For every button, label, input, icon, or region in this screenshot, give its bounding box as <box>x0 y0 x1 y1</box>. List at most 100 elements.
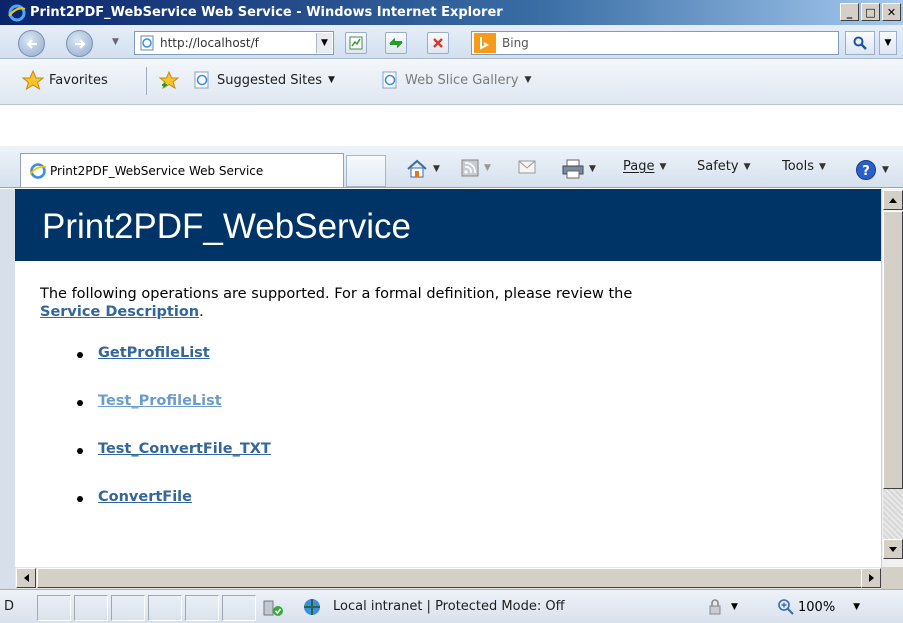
compatibility-view-button[interactable] <box>345 32 367 54</box>
search-input[interactable]: Bing <box>471 31 839 55</box>
feeds-button[interactable]: ▼ <box>461 159 491 177</box>
operation-link-test-profilelist[interactable]: Test_ProfileList <box>98 393 222 409</box>
bing-icon <box>474 33 496 53</box>
forward-button[interactable] <box>66 30 93 57</box>
scroll-left-button[interactable] <box>16 568 36 588</box>
home-dropdown-icon: ▼ <box>433 164 440 174</box>
read-mail-button[interactable] <box>518 159 536 175</box>
bullet <box>77 400 83 406</box>
window-frame-left <box>0 189 15 589</box>
favorites-bar: Favorites Suggested Sites ▼ Web Slice Ga… <box>0 59 903 105</box>
lock-icon <box>709 599 721 615</box>
list-item: Test_ConvertFile_TXT <box>77 441 881 489</box>
page-dropdown-icon: ▼ <box>659 161 667 172</box>
protected-mode-button[interactable]: ▼ <box>706 598 738 616</box>
compatibility-icon <box>349 36 363 50</box>
back-arrow-icon <box>25 38 37 49</box>
status-cell <box>37 595 71 621</box>
print-button[interactable]: ▼ <box>562 159 596 179</box>
vertical-scroll-track[interactable] <box>883 489 903 539</box>
search-placeholder: Bing <box>502 36 529 50</box>
back-button[interactable] <box>18 30 45 57</box>
web-slice-dropdown-icon: ▼ <box>524 75 532 85</box>
ie-page-icon <box>382 71 397 89</box>
safety-menu-label: Safety <box>697 159 739 174</box>
scroll-up-button[interactable] <box>883 190 903 210</box>
operations-list: GetProfileList Test_ProfileList Test_Con… <box>77 345 881 537</box>
arrow-right-icon <box>868 574 874 582</box>
status-text: D <box>4 599 15 614</box>
operation-link-test-convertfile-txt[interactable]: Test_ConvertFile_TXT <box>98 441 271 457</box>
tools-menu-label: Tools <box>782 159 815 174</box>
help-button[interactable]: ? ▼ <box>855 159 889 181</box>
zoom-dropdown-icon: ▼ <box>853 602 861 612</box>
close-button[interactable]: ✕ <box>882 3 901 21</box>
maximize-button[interactable]: □ <box>861 3 880 21</box>
title-bar: Print2PDF_WebService Web Service - Windo… <box>0 0 903 25</box>
arrow-left-icon <box>23 574 29 582</box>
status-cell <box>74 595 108 621</box>
stop-button[interactable] <box>427 32 449 54</box>
page-icon <box>140 35 154 51</box>
safety-menu[interactable]: Safety ▼ <box>697 159 751 174</box>
status-bar: D Local intranet | Protected Mode: Off ▼… <box>0 589 903 623</box>
printer-icon <box>562 159 584 179</box>
suggested-sites-button[interactable]: Suggested Sites ▼ <box>192 70 335 90</box>
zoom-button[interactable]: 100% ▼ <box>777 598 860 616</box>
web-slice-gallery-label: Web Slice Gallery <box>405 72 519 88</box>
operation-link-getprofilelist[interactable]: GetProfileList <box>98 345 210 361</box>
status-cell <box>111 595 145 621</box>
tab-label: Print2PDF_WebService Web Service <box>50 163 264 178</box>
address-field[interactable]: http://localhost/f ▼ <box>134 31 334 55</box>
home-button[interactable]: ▼ <box>406 159 440 179</box>
forward-arrow-icon <box>74 38 86 49</box>
search-button[interactable] <box>845 31 875 55</box>
status-cell <box>222 595 256 621</box>
address-dropdown-icon[interactable]: ▼ <box>316 33 332 53</box>
vertical-scrollbar[interactable] <box>881 189 903 567</box>
page-content: Print2PDF_WebService The following opera… <box>15 189 881 567</box>
star-icon <box>22 70 44 90</box>
arrow-down-icon <box>889 546 897 552</box>
zoom-level: 100% <box>798 599 836 615</box>
service-description-link[interactable]: Service Description <box>40 304 199 320</box>
web-slice-gallery-button[interactable]: Web Slice Gallery ▼ <box>380 70 531 90</box>
search-icon <box>853 36 867 50</box>
favorites-label: Favorites <box>49 72 108 88</box>
bullet <box>77 496 83 502</box>
internet-explorer-icon <box>8 4 26 21</box>
tools-dropdown-icon: ▼ <box>819 161 826 172</box>
window-title: Print2PDF_WebService Web Service - Windo… <box>30 5 503 20</box>
url-text[interactable]: http://localhost/f <box>160 36 290 50</box>
print-dropdown-icon: ▼ <box>589 164 596 174</box>
page-menu-label: Page <box>623 159 655 174</box>
favorites-button[interactable]: Favorites <box>22 70 108 90</box>
minimize-button[interactable]: _ <box>840 3 859 21</box>
scroll-down-button[interactable] <box>883 539 903 559</box>
svg-text:?: ? <box>862 164 870 179</box>
page-menu[interactable]: Page ▼ <box>623 159 666 174</box>
security-zone-text[interactable]: Local intranet | Protected Mode: Off <box>333 599 565 614</box>
scroll-right-button[interactable] <box>861 568 881 588</box>
recent-pages-dropdown[interactable]: ▼ <box>112 37 119 47</box>
feeds-dropdown-icon: ▼ <box>484 163 491 173</box>
operation-link-convertfile[interactable]: ConvertFile <box>98 489 192 505</box>
list-item: Test_ProfileList <box>77 393 881 441</box>
refresh-button[interactable] <box>385 32 407 54</box>
address-toolbar: ▼ http://localhost/f ▼ Bing ▼ <box>0 25 903 59</box>
page-banner: Print2PDF_WebService <box>15 189 881 261</box>
vertical-scroll-thumb[interactable] <box>883 211 903 489</box>
tools-menu[interactable]: Tools ▼ <box>782 159 826 174</box>
browser-tab[interactable]: Print2PDF_WebService Web Service <box>20 153 344 187</box>
horizontal-scrollbar[interactable] <box>15 567 903 589</box>
bullet <box>77 352 83 358</box>
horizontal-scroll-thumb[interactable] <box>37 568 863 588</box>
tab-command-bar: Print2PDF_WebService Web Service ▼ ▼ ▼ P… <box>0 146 903 188</box>
add-to-favorites-button[interactable] <box>158 70 185 90</box>
search-options-dropdown[interactable]: ▼ <box>879 31 897 55</box>
new-tab-button[interactable] <box>346 155 386 187</box>
local-intranet-icon <box>304 599 320 615</box>
list-item: GetProfileList <box>77 345 881 393</box>
list-item: ConvertFile <box>77 489 881 537</box>
suggested-sites-dropdown-icon: ▼ <box>327 75 335 85</box>
